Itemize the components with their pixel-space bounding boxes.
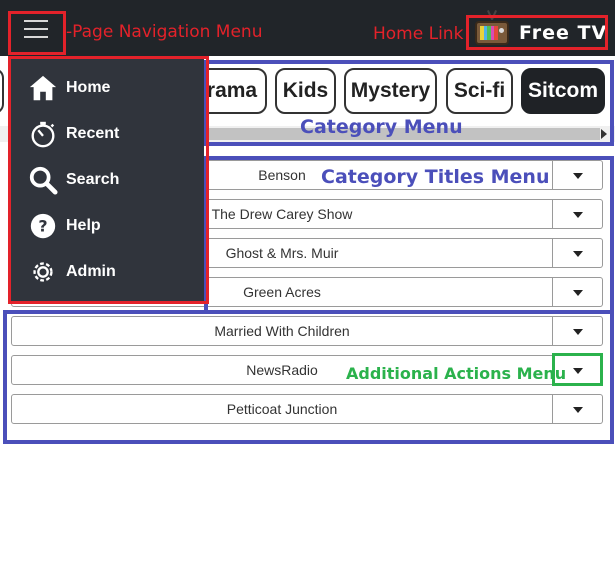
annotation-additional-actions-label: Additional Actions Menu (346, 364, 567, 383)
annotation-box-page-nav (8, 56, 209, 304)
annotation-box-home-link (466, 15, 608, 50)
annotation-category-menu-label: Category Menu (300, 116, 463, 138)
annotation-page-nav-label: -Page Navigation Menu (66, 22, 263, 42)
annotation-box-hamburger (8, 11, 66, 55)
annotation-box-additional-actions (552, 353, 603, 386)
annotation-home-link-label: Home Link (373, 24, 464, 44)
category-pill-partial[interactable] (0, 68, 4, 114)
annotation-category-titles-label: Category Titles Menu (321, 166, 550, 188)
